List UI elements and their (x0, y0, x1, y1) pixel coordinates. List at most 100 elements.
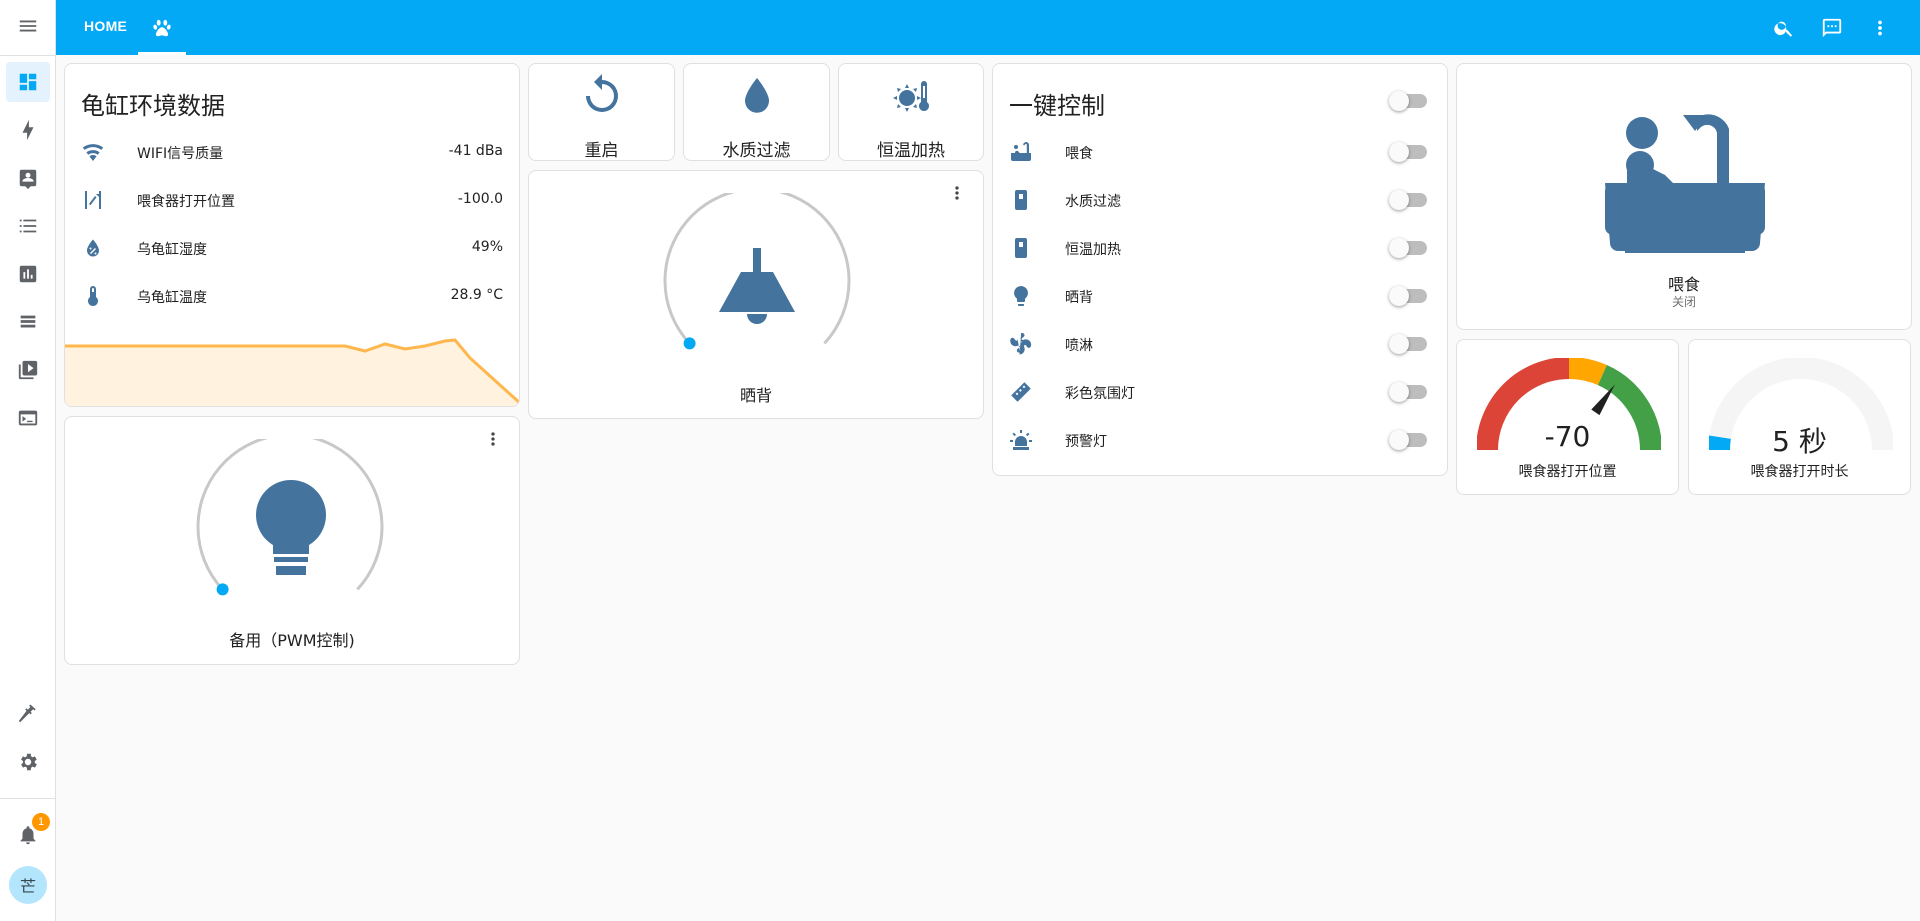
control-row-water-filter[interactable]: 水质过滤 (993, 176, 1447, 224)
lightbulb-icon[interactable] (251, 479, 331, 579)
entity-row-wifi[interactable]: WIFI信号质量 -41 dBa (65, 128, 519, 176)
entity-row-temperature[interactable]: 乌龟缸温度 28.9 °C (65, 272, 519, 320)
sidebar-item-dashboard[interactable] (6, 62, 50, 102)
entity-name: 喷淋 (1065, 338, 1093, 354)
gauge-card-feeder-position[interactable]: -70 喂食器打开位置 (1456, 339, 1679, 495)
card-title: 龟缸环境数据 (81, 92, 225, 120)
wifi-icon (81, 140, 105, 164)
bathtub-icon (1605, 93, 1765, 253)
light-card-spare[interactable]: 备用（PWM控制) (64, 416, 520, 665)
button-label: 重启 (584, 141, 619, 161)
light-name: 备用（PWM控制) (229, 631, 355, 650)
switch-toggle[interactable] (1389, 190, 1427, 210)
control-row-feed[interactable]: 喂食 (993, 128, 1447, 176)
entity-row-humidity[interactable]: 乌龟缸湿度 49% (65, 224, 519, 272)
sidebar-divider (0, 798, 56, 799)
terminal-icon (18, 410, 38, 426)
switch-toggle[interactable] (1389, 142, 1427, 162)
user-avatar[interactable]: 芒 (9, 866, 47, 904)
bulb-icon (1009, 284, 1033, 308)
sidebar-item-settings[interactable] (6, 742, 50, 782)
more-vert-icon (491, 432, 495, 446)
tab-home[interactable]: HOME (84, 18, 127, 34)
sidebar-item-history[interactable] (6, 254, 50, 294)
tab-paw[interactable] (138, 0, 186, 55)
entity-name: 乌龟缸湿度 (137, 242, 207, 258)
gauge-label: 喂食器打开时长 (1750, 464, 1849, 480)
button-label: 恒温加热 (877, 141, 945, 161)
sidebar-item-notifications[interactable]: 1 (6, 813, 50, 855)
master-toggle[interactable] (1389, 91, 1427, 111)
water-percent-icon (81, 236, 105, 260)
entity-value: -100.0 (457, 191, 503, 207)
entity-row-feeder-position[interactable]: 喂食器打开位置 -100.0 (65, 176, 519, 224)
ceiling-lamp-icon[interactable] (715, 246, 799, 326)
fan-icon (1009, 332, 1033, 356)
one-key-control-card: 一键控制 喂食 水质过滤 恒温加热 晒背 喷淋 彩色氛围灯 预警灯 (992, 63, 1448, 476)
active-tab-indicator (138, 52, 186, 55)
button-card-heating[interactable]: 恒温加热 (838, 63, 984, 161)
sidebar-item-map[interactable] (6, 158, 50, 198)
switch-toggle[interactable] (1389, 334, 1427, 354)
control-row-bask[interactable]: 晒背 (993, 272, 1447, 320)
temperature-history-graph (65, 338, 519, 406)
light-card-bask[interactable]: 晒背 (528, 170, 984, 419)
more-options-button[interactable] (1862, 10, 1898, 46)
developer-tools-icon (18, 704, 36, 723)
restart-icon (578, 72, 626, 120)
button-card-water-filter[interactable]: 水质过滤 (683, 63, 830, 161)
sidebar-item-media[interactable] (6, 350, 50, 390)
light-name: 晒背 (739, 386, 772, 405)
gauge-label: 喂食器打开位置 (1518, 464, 1617, 480)
bathtub-icon (1009, 140, 1033, 164)
entity-name: 彩色氛围灯 (1065, 386, 1135, 402)
entity-value: 28.9 °C (450, 287, 503, 303)
switch-box-icon (1009, 188, 1033, 212)
button-card-restart[interactable]: 重启 (528, 63, 675, 161)
sidebar-item-hacs[interactable] (6, 302, 50, 342)
led-strip-icon (1009, 380, 1033, 404)
sidebar-item-logbook[interactable] (6, 206, 50, 246)
card-title: 一键控制 (1009, 92, 1105, 120)
control-row-ambient-light[interactable]: 彩色氛围灯 (993, 368, 1447, 416)
assist-icon (1822, 18, 1842, 38)
feed-entity-card[interactable]: 喂食 关闭 (1456, 63, 1912, 330)
control-row-warning-light[interactable]: 预警灯 (993, 416, 1447, 464)
switch-toggle[interactable] (1389, 238, 1427, 258)
sidebar-item-energy[interactable] (6, 110, 50, 150)
sidebar-item-terminal[interactable] (6, 398, 50, 438)
gauge-value: -70 (1544, 420, 1591, 453)
more-info-button[interactable] (483, 429, 507, 453)
switch-toggle[interactable] (1389, 286, 1427, 306)
history-icon (19, 265, 37, 283)
sidebar: 1 芒 (0, 0, 56, 921)
map-icon (19, 169, 37, 189)
energy-icon (22, 119, 34, 141)
app-header: HOME (56, 0, 1920, 55)
thermometer-icon (81, 284, 105, 308)
search-button[interactable] (1766, 10, 1802, 46)
entity-name: 喂食 (1667, 275, 1700, 294)
entity-name: 预警灯 (1065, 434, 1107, 450)
button-label: 水质过滤 (722, 141, 791, 161)
hacs-icon (20, 315, 36, 328)
more-vert-icon (1878, 20, 1882, 36)
switch-toggle[interactable] (1389, 382, 1427, 402)
settings-icon (21, 753, 37, 771)
entity-name: 晒背 (1065, 290, 1093, 306)
entity-value: 49% (471, 239, 503, 255)
control-row-heating[interactable]: 恒温加热 (993, 224, 1447, 272)
sidebar-item-developer-tools[interactable] (6, 694, 50, 734)
alarm-light-icon (1009, 428, 1033, 452)
control-row-spray[interactable]: 喷淋 (993, 320, 1447, 368)
entity-state: 关闭 (1671, 295, 1696, 309)
assist-button[interactable] (1814, 10, 1850, 46)
logbook-icon (19, 219, 37, 233)
entity-value: -41 dBa (448, 143, 503, 159)
more-info-button[interactable] (947, 183, 971, 207)
switch-toggle[interactable] (1389, 430, 1427, 450)
entity-name: 水质过滤 (1065, 194, 1121, 210)
sidebar-divider (0, 55, 56, 56)
menu-icon[interactable] (6, 6, 50, 46)
gauge-card-feeder-duration[interactable]: 5 秒 喂食器打开时长 (1688, 339, 1911, 495)
